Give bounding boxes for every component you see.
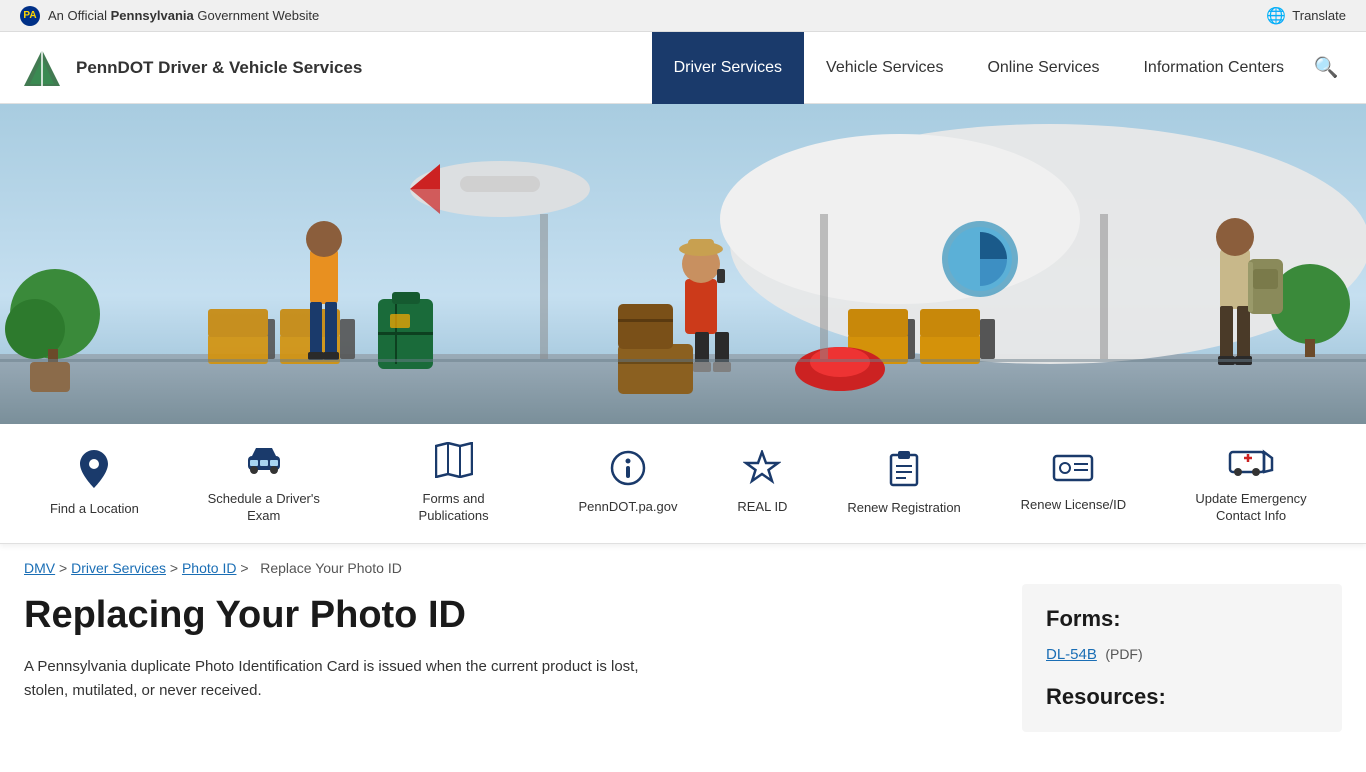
ambulance-icon [1228,442,1274,483]
clipboard-icon [887,449,921,492]
pdf-label: (PDF) [1105,646,1142,662]
hero-illustration [0,104,1366,424]
form-link-row: DL-54B (PDF) [1046,646,1318,664]
info-circle-icon [610,450,646,491]
breadcrumb-current: Replace Your Photo ID [260,560,402,576]
search-icon: 🔍 [1314,55,1339,80]
quick-link-penndot[interactable]: PennDOT.pa.gov [578,450,677,516]
penndot-logo-icon [20,46,64,90]
main-content: Replacing Your Photo ID A Pennsylvania d… [0,584,1366,772]
nav-vehicle-services[interactable]: Vehicle Services [804,32,965,104]
hero-banner [0,104,1366,424]
site-name: PennDOT Driver & Vehicle Services [76,58,362,78]
forms-label: Forms and Publications [389,491,519,525]
breadcrumb-sep-2: > [170,560,182,576]
penndot-pagov-label: PennDOT.pa.gov [578,499,677,516]
renew-registration-label: Renew Registration [847,500,960,517]
search-button[interactable]: 🔍 [1306,32,1346,104]
find-location-label: Find a Location [50,501,139,518]
breadcrumb: DMV > Driver Services > Photo ID > Repla… [0,544,1366,584]
map-icon [435,442,473,483]
id-card-icon [1052,452,1094,489]
emergency-contact-label: Update Emergency Contact Info [1186,491,1316,525]
nav-information-centers[interactable]: Information Centers [1121,32,1306,104]
translate-label: Translate [1292,8,1346,23]
content-left: Replacing Your Photo ID A Pennsylvania d… [24,584,1022,732]
quick-link-find-location[interactable]: Find a Location [50,448,139,518]
nav-driver-services[interactable]: Driver Services [652,32,804,104]
quick-link-emergency[interactable]: Update Emergency Contact Info [1186,442,1316,525]
car-icon [244,442,284,483]
quick-link-renew-license[interactable]: Renew License/ID [1021,452,1127,514]
official-text: An Official Pennsylvania Government Webs… [48,8,319,23]
sidebar-box: Forms: DL-54B (PDF) Resources: [1022,584,1342,732]
globe-icon: 🌐 [1266,6,1286,26]
site-logo[interactable]: PennDOT Driver & Vehicle Services [20,46,362,90]
pa-seal-icon: PA [20,6,40,26]
nav-online-services[interactable]: Online Services [965,32,1121,104]
location-pin-icon [76,448,112,493]
breadcrumb-sep-3: > [240,560,256,576]
quick-link-renew-registration[interactable]: Renew Registration [847,449,960,517]
quick-link-real-id[interactable]: REAL ID [737,450,787,516]
official-gov-label: PA An Official Pennsylvania Government W… [20,6,319,26]
breadcrumb-dmv[interactable]: DMV [24,560,55,576]
quick-link-schedule-exam[interactable]: Schedule a Driver's Exam [199,442,329,525]
resources-section-title: Resources: [1046,684,1318,710]
translate-button[interactable]: 🌐 Translate [1266,6,1346,26]
main-nav: PennDOT Driver & Vehicle Services Driver… [0,32,1366,104]
dl54b-link[interactable]: DL-54B [1046,646,1097,663]
star-icon [743,450,781,491]
quick-links-bar: Find a Location Schedule a Driver's Exam… [0,424,1366,544]
real-id-label: REAL ID [737,499,787,516]
page-description: A Pennsylvania duplicate Photo Identific… [24,655,664,703]
top-bar: PA An Official Pennsylvania Government W… [0,0,1366,32]
breadcrumb-photo-id[interactable]: Photo ID [182,560,236,576]
content-right: Forms: DL-54B (PDF) Resources: [1022,584,1342,732]
quick-link-forms[interactable]: Forms and Publications [389,442,519,525]
schedule-exam-label: Schedule a Driver's Exam [199,491,329,525]
breadcrumb-sep-1: > [59,560,71,576]
forms-section-title: Forms: [1046,606,1318,632]
renew-license-label: Renew License/ID [1021,497,1127,514]
breadcrumb-driver-services[interactable]: Driver Services [71,560,166,576]
page-title: Replacing Your Photo ID [24,594,982,637]
nav-links-container: Driver Services Vehicle Services Online … [652,32,1346,103]
